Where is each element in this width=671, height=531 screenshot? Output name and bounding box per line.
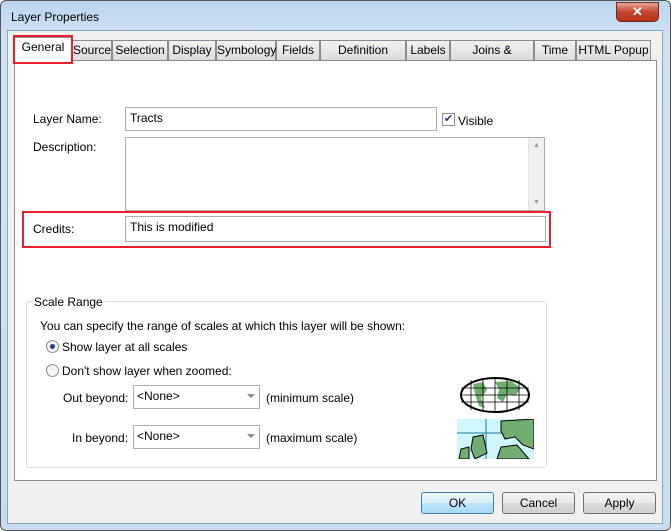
scale-range-title: Scale Range [32, 295, 105, 309]
layer-name-label: Layer Name: [33, 112, 102, 126]
in-beyond-select[interactable]: <None> [133, 425, 260, 449]
apply-button[interactable]: Apply [583, 492, 656, 514]
tab-html-popup[interactable]: HTML Popup [576, 40, 651, 60]
tab-time[interactable]: Time [534, 40, 576, 60]
dont-show-zoomed-radio[interactable] [46, 364, 59, 377]
ok-button[interactable]: OK [421, 492, 494, 514]
show-all-scales-radio[interactable] [46, 340, 59, 353]
in-beyond-label: In beyond: [72, 431, 129, 445]
out-beyond-label: Out beyond: [63, 391, 129, 405]
check-icon: ✔ [443, 113, 454, 125]
chevron-down-icon [247, 434, 255, 438]
cancel-button[interactable]: Cancel [502, 492, 575, 514]
tab-fields[interactable]: Fields [276, 40, 320, 60]
close-button[interactable]: ✕ [616, 2, 659, 22]
tab-definition-query[interactable]: Definition Query [320, 40, 406, 76]
scale-range-intro: You can specify the range of scales at w… [40, 319, 406, 333]
description-textarea[interactable] [125, 137, 545, 211]
tab-selection[interactable]: Selection [112, 40, 168, 60]
zoomed-map-icon [457, 419, 534, 459]
tab-symbology[interactable]: Symbology [216, 40, 276, 60]
visible-label: Visible [458, 114, 494, 128]
out-beyond-value: <None> [137, 389, 180, 403]
tab-labels[interactable]: Labels [406, 40, 450, 60]
general-tab-highlight [13, 35, 73, 64]
description-scrollbar[interactable]: ▲ ▼ [528, 138, 544, 210]
in-beyond-hint: (maximum scale) [266, 431, 358, 445]
tab-display[interactable]: Display [168, 40, 216, 60]
in-beyond-value: <None> [137, 429, 180, 443]
layer-name-input[interactable]: Tracts [125, 107, 437, 131]
scroll-down-icon[interactable]: ▼ [529, 199, 544, 206]
tab-source[interactable]: Source [72, 40, 112, 60]
window-title: Layer Properties [11, 10, 100, 24]
credits-input[interactable]: This is modified [125, 216, 546, 242]
tab-joins-relates[interactable]: Joins & Relates [450, 40, 534, 76]
globe-icon [460, 377, 530, 413]
close-icon: ✕ [632, 4, 643, 19]
show-all-scales-label: Show layer at all scales [62, 340, 188, 354]
dont-show-zoomed-label: Don't show layer when zoomed: [62, 364, 232, 378]
description-label: Description: [33, 140, 97, 154]
scroll-up-icon[interactable]: ▲ [529, 142, 544, 149]
credits-label: Credits: [33, 222, 75, 236]
out-beyond-hint: (minimum scale) [266, 391, 355, 405]
visible-checkbox[interactable]: ✔ [442, 113, 455, 126]
out-beyond-select[interactable]: <None> [133, 385, 260, 409]
chevron-down-icon [247, 394, 255, 398]
